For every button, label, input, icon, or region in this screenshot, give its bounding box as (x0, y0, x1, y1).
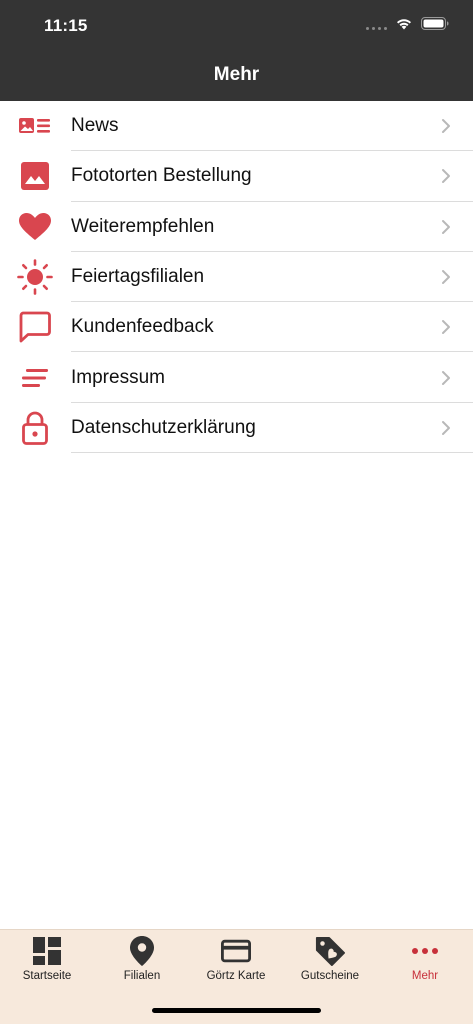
menu-item-label: Datenschutzerklärung (71, 416, 256, 438)
menu-item-feiertagsfilialen[interactable]: Feiertagsfilialen (0, 252, 473, 303)
tab-startseite[interactable]: Startseite (0, 930, 94, 992)
more-menu-list: News Fototorten Bestellung Weiterempfehl… (0, 101, 473, 454)
sun-icon (16, 258, 54, 296)
battery-icon (421, 17, 449, 30)
tab-goertz-karte[interactable]: Görtz Karte (189, 930, 283, 992)
tab-label: Startseite (22, 970, 72, 982)
menu-item-datenschutzerklaerung[interactable]: Datenschutzerklärung (0, 403, 473, 454)
chevron-right-icon (442, 169, 450, 184)
menu-item-label: Feiertagsfilialen (71, 266, 205, 288)
news-icon (16, 107, 54, 145)
chevron-right-icon (442, 370, 450, 385)
cellular-signal-icon (366, 18, 387, 30)
menu-item-kundenfeedback[interactable]: Kundenfeedback (0, 302, 473, 353)
tab-gutscheine[interactable]: Gutscheine (283, 930, 377, 992)
tab-label: Görtz Karte (206, 970, 266, 982)
menu-item-impressum[interactable]: Impressum (0, 352, 473, 403)
page-title: Mehr (213, 64, 260, 85)
more-dots-icon (410, 936, 440, 966)
lock-icon (16, 409, 54, 447)
tab-filialen[interactable]: Filialen (95, 930, 189, 992)
menu-item-weiterempfehlen[interactable]: Weiterempfehlen (0, 202, 473, 252)
location-pin-icon (127, 936, 157, 966)
chevron-right-icon (442, 270, 450, 285)
tab-mehr[interactable]: Mehr (378, 930, 472, 992)
tab-label: Filialen (123, 970, 161, 982)
lines-icon (16, 359, 54, 397)
status-time: 11:15 (44, 16, 88, 35)
wifi-icon (397, 19, 411, 30)
menu-item-label: News (71, 115, 119, 137)
menu-item-label: Weiterempfehlen (71, 215, 215, 237)
status-indicators (366, 17, 449, 30)
chevron-right-icon (442, 219, 450, 234)
dashboard-icon (32, 936, 62, 966)
chat-bubble-icon (16, 308, 54, 346)
menu-item-fototorten-bestellung[interactable]: Fototorten Bestellung (0, 151, 473, 202)
menu-item-news[interactable]: News (0, 101, 473, 152)
image-icon (16, 157, 54, 195)
heart-icon (16, 208, 54, 246)
chevron-right-icon (442, 320, 450, 335)
tag-heart-icon (315, 936, 345, 966)
menu-item-label: Fototorten Bestellung (71, 165, 252, 187)
navigation-header: 11:15 Mehr (0, 0, 473, 101)
divider (71, 452, 473, 454)
tab-label: Mehr (411, 970, 439, 982)
home-indicator (152, 1008, 321, 1013)
credit-card-icon (221, 936, 251, 966)
tab-label: Gutscheine (300, 970, 360, 982)
chevron-right-icon (442, 119, 450, 134)
menu-item-label: Impressum (71, 366, 165, 388)
chevron-right-icon (442, 420, 450, 435)
menu-item-label: Kundenfeedback (71, 316, 214, 338)
